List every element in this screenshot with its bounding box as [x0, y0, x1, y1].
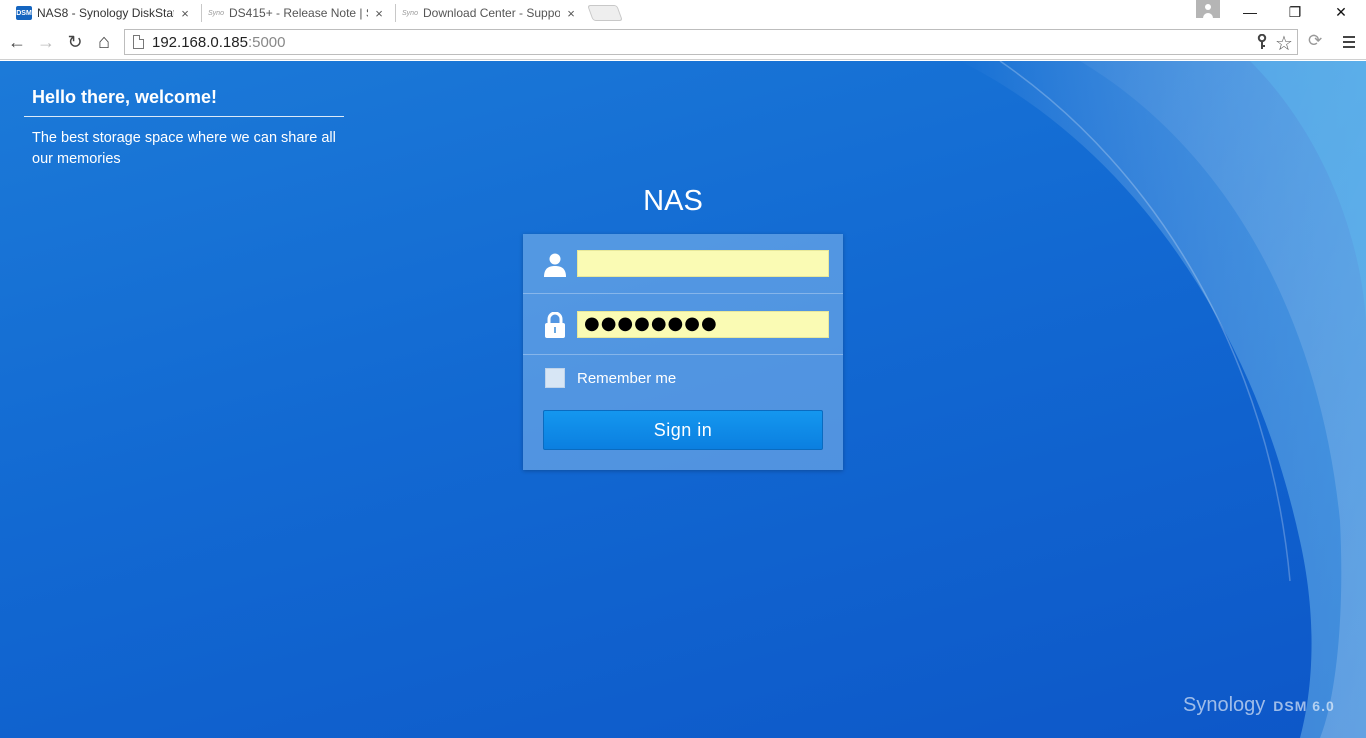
- dsm-login-page: Hello there, welcome! The best storage s…: [0, 61, 1366, 738]
- sign-in-button[interactable]: Sign in: [543, 410, 823, 450]
- brand-product: DSM 6.0: [1273, 698, 1335, 714]
- welcome-subtitle: The best storage space where we can shar…: [32, 130, 336, 167]
- browser-toolbar: ← → ↻ ⌂ 192.168.0.185 :5000 ☆ ⟳: [0, 25, 1366, 60]
- tab-download-center[interactable]: Syno Download Center - Suppo ×: [394, 1, 586, 25]
- password-row: ●●●●●●●●: [523, 295, 843, 355]
- synology-favicon-icon: Syno: [402, 9, 418, 17]
- reload-button[interactable]: ↻: [63, 30, 87, 54]
- remember-me-checkbox[interactable]: [545, 368, 565, 388]
- tab-close-icon[interactable]: ×: [564, 6, 578, 21]
- tab-close-icon[interactable]: ×: [178, 6, 192, 21]
- forward-button[interactable]: →: [34, 30, 58, 54]
- tab-nas8[interactable]: DSM NAS8 - Synology DiskStat ×: [0, 1, 200, 25]
- tab-title: NAS8 - Synology DiskStat: [37, 6, 174, 20]
- dsm-favicon-icon: DSM: [16, 6, 32, 20]
- url-host: 192.168.0.185: [152, 33, 248, 51]
- new-tab-button[interactable]: [587, 5, 623, 21]
- tab-title: Download Center - Suppo: [423, 6, 560, 20]
- minimize-button[interactable]: —: [1227, 0, 1273, 24]
- home-button[interactable]: ⌂: [92, 30, 116, 54]
- remember-me[interactable]: Remember me: [545, 368, 676, 388]
- key-icon[interactable]: [1257, 34, 1267, 50]
- password-input[interactable]: ●●●●●●●●: [577, 311, 829, 338]
- server-name: NAS: [643, 185, 703, 217]
- synology-dsm-logo: Synology DSM 6.0: [1183, 694, 1335, 717]
- tab-release-note[interactable]: Syno DS415+ - Release Note | S ×: [200, 1, 394, 25]
- tab-close-icon[interactable]: ×: [372, 6, 386, 21]
- url-port: :5000: [247, 33, 286, 51]
- extension-icon[interactable]: ⟳: [1308, 31, 1322, 51]
- remember-me-label: Remember me: [577, 369, 677, 387]
- restore-button[interactable]: ❐: [1272, 0, 1318, 24]
- login-form: ●●●●●●●● Remember me Sign in: [523, 234, 843, 470]
- page-icon: [133, 35, 144, 49]
- user-icon: [544, 253, 566, 277]
- bookmark-star-icon[interactable]: ☆: [1275, 31, 1293, 56]
- synology-favicon-icon: Syno: [208, 9, 224, 17]
- username-row: [523, 234, 843, 294]
- close-window-button[interactable]: ✕: [1318, 0, 1364, 24]
- username-input[interactable]: [577, 250, 829, 277]
- welcome-title: Hello there, welcome!: [32, 87, 218, 107]
- welcome-divider: [24, 116, 344, 117]
- tab-strip: DSM NAS8 - Synology DiskStat × Syno DS41…: [0, 0, 1366, 25]
- brand-name: Synology: [1183, 694, 1266, 716]
- profile-icon[interactable]: [1196, 0, 1220, 18]
- chrome-menu-icon[interactable]: [1338, 30, 1360, 54]
- lock-icon: [545, 312, 565, 338]
- back-button[interactable]: ←: [5, 30, 29, 54]
- address-bar[interactable]: 192.168.0.185 :5000 ☆: [124, 29, 1298, 55]
- tab-title: DS415+ - Release Note | S: [229, 6, 368, 20]
